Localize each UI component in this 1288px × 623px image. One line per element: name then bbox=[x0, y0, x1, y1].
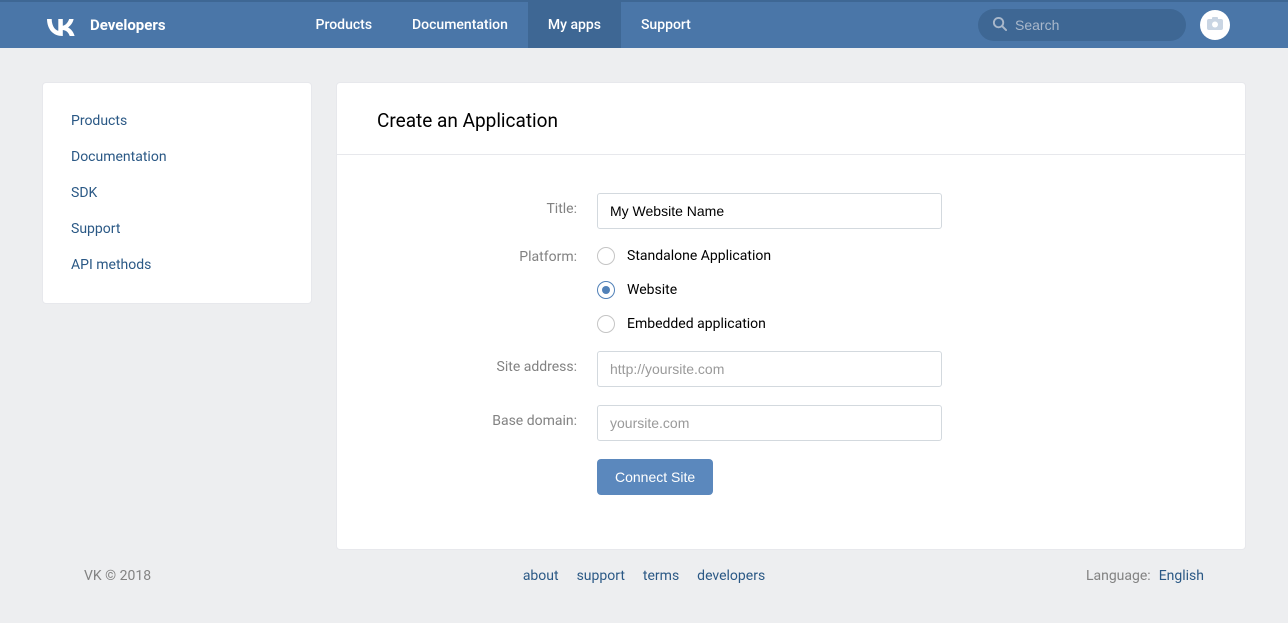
sidebar-item-sdk[interactable]: SDK bbox=[43, 175, 311, 211]
footer-link-developers[interactable]: developers bbox=[697, 568, 765, 584]
nav-products[interactable]: Products bbox=[296, 2, 393, 48]
base-domain-input[interactable] bbox=[597, 405, 942, 441]
footer: VK © 2018 about support terms developers… bbox=[42, 568, 1246, 584]
sidebar-item-documentation[interactable]: Documentation bbox=[43, 139, 311, 175]
footer-links: about support terms developers bbox=[523, 568, 765, 584]
copyright: VK © 2018 bbox=[84, 568, 151, 584]
logo[interactable]: Developers bbox=[42, 14, 166, 36]
radio-label: Standalone Application bbox=[627, 248, 771, 264]
footer-link-support[interactable]: support bbox=[577, 568, 625, 584]
title-input[interactable] bbox=[597, 193, 942, 229]
radio-icon bbox=[597, 247, 615, 265]
nav-my-apps[interactable]: My apps bbox=[528, 2, 621, 48]
avatar[interactable] bbox=[1200, 10, 1230, 40]
platform-radio-standalone[interactable]: Standalone Application bbox=[597, 247, 942, 265]
radio-icon bbox=[597, 281, 615, 299]
vk-logo-icon bbox=[42, 14, 80, 36]
header: Developers Products Documentation My app… bbox=[0, 0, 1288, 48]
camera-icon bbox=[1207, 17, 1223, 34]
footer-link-terms[interactable]: terms bbox=[643, 568, 679, 584]
language-label: Language: bbox=[1086, 568, 1151, 584]
sidebar-item-api-methods[interactable]: API methods bbox=[43, 247, 311, 283]
create-app-form: Title: Platform: Standalone Application … bbox=[337, 155, 1245, 547]
brand-label: Developers bbox=[90, 16, 166, 34]
language-select[interactable]: English bbox=[1159, 568, 1204, 584]
connect-site-button[interactable]: Connect Site bbox=[597, 459, 713, 495]
platform-label: Platform: bbox=[337, 247, 597, 265]
search-input[interactable] bbox=[1015, 17, 1172, 33]
sidebar-item-products[interactable]: Products bbox=[43, 103, 311, 139]
radio-label: Embedded application bbox=[627, 316, 766, 332]
site-address-label: Site address: bbox=[337, 351, 597, 375]
platform-radio-website[interactable]: Website bbox=[597, 281, 942, 299]
footer-link-about[interactable]: about bbox=[523, 568, 559, 584]
search-box[interactable] bbox=[978, 9, 1186, 41]
sidebar-item-support[interactable]: Support bbox=[43, 211, 311, 247]
title-label: Title: bbox=[337, 193, 597, 217]
page-title: Create an Application bbox=[337, 83, 1245, 155]
nav-documentation[interactable]: Documentation bbox=[392, 2, 528, 48]
platform-radio-embedded[interactable]: Embedded application bbox=[597, 315, 942, 333]
main-panel: Create an Application Title: Platform: S… bbox=[336, 82, 1246, 550]
radio-label: Website bbox=[627, 282, 677, 298]
radio-icon bbox=[597, 315, 615, 333]
top-nav: Products Documentation My apps Support bbox=[296, 2, 711, 48]
site-address-input[interactable] bbox=[597, 351, 942, 387]
search-icon bbox=[992, 16, 1007, 35]
sidebar: Products Documentation SDK Support API m… bbox=[42, 82, 312, 304]
base-domain-label: Base domain: bbox=[337, 405, 597, 429]
nav-support[interactable]: Support bbox=[621, 2, 711, 48]
